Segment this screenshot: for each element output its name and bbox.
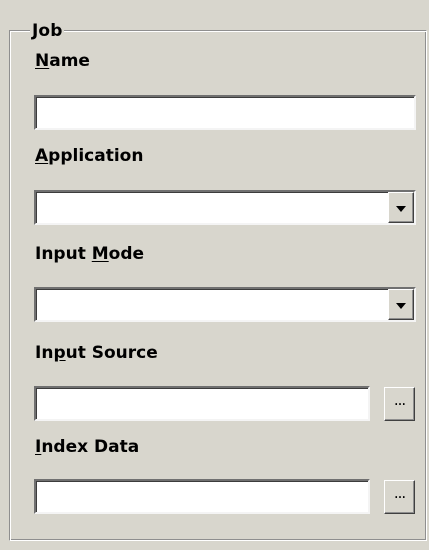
input-source-browse-button[interactable]: ...	[384, 387, 415, 421]
job-panel: Job Name Application Input Mode Input So…	[0, 0, 429, 550]
application-select[interactable]	[34, 190, 416, 225]
index-data-input[interactable]	[34, 479, 370, 514]
input-mode-label: Input Mode	[35, 244, 145, 264]
input-source-input[interactable]	[34, 386, 370, 421]
name-input[interactable]	[34, 95, 416, 130]
chevron-down-icon	[396, 302, 406, 309]
input-mode-dropdown-button[interactable]	[388, 289, 414, 320]
input-mode-select[interactable]	[34, 287, 416, 322]
application-dropdown-button[interactable]	[388, 192, 414, 223]
name-label: Name	[35, 51, 90, 71]
application-label: Application	[35, 146, 144, 166]
input-source-label: Input Source	[35, 343, 158, 363]
chevron-down-icon	[396, 205, 406, 212]
index-data-label: Index Data	[35, 437, 140, 457]
index-data-browse-button[interactable]: ...	[384, 480, 415, 514]
group-title: Job	[30, 18, 65, 44]
